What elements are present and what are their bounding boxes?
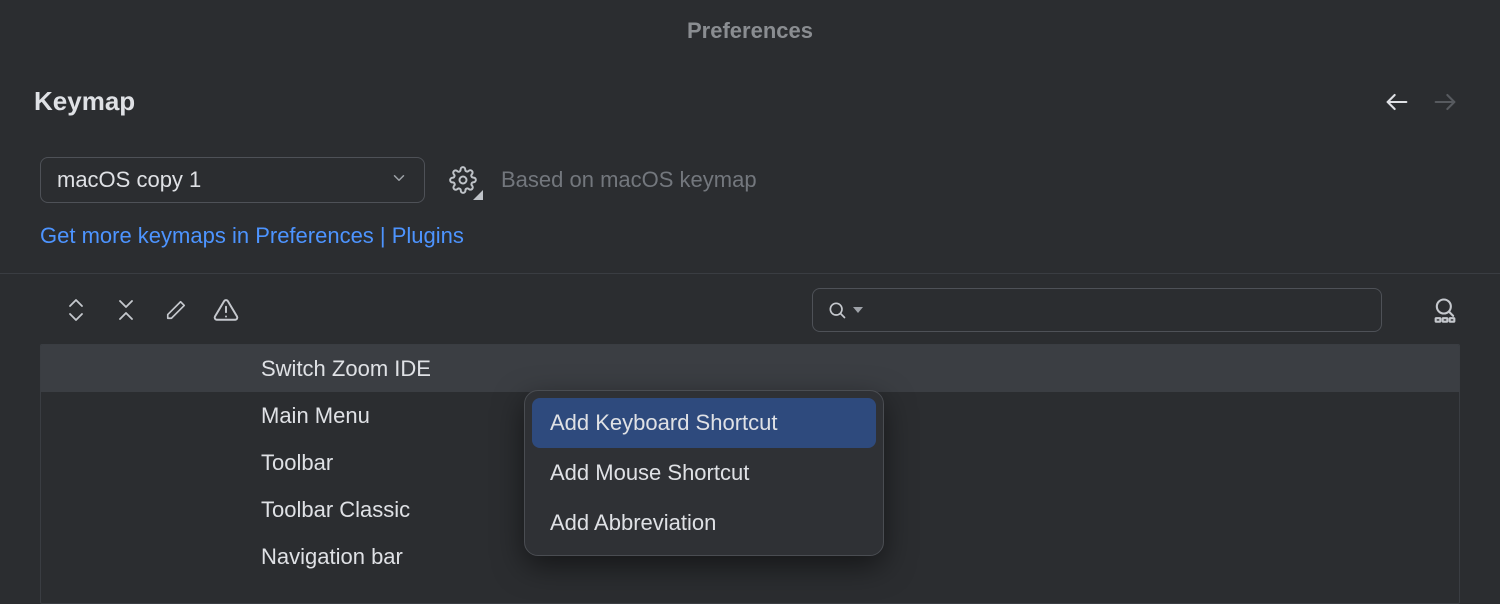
pencil-icon [165,299,187,321]
collapse-all-button[interactable] [112,296,140,324]
nav-arrows [1382,87,1460,117]
get-more-keymaps-link[interactable]: Get more keymaps in Preferences | Plugin… [40,223,464,248]
keymap-select[interactable]: macOS copy 1 [40,157,425,203]
back-button[interactable] [1382,87,1412,117]
chevron-down-icon [390,167,408,193]
find-by-shortcut-button[interactable] [1430,295,1460,325]
keymap-settings-button[interactable] [447,164,479,196]
tree-row-selected[interactable]: Switch Zoom IDE [41,345,1459,392]
edit-button[interactable] [162,296,190,324]
menu-add-keyboard-shortcut[interactable]: Add Keyboard Shortcut [532,398,876,448]
keymap-select-value: macOS copy 1 [57,167,201,193]
search-input[interactable] [869,299,1367,322]
find-shortcut-icon [1431,296,1459,324]
conflicts-button[interactable] [212,296,240,324]
arrow-left-icon [1383,88,1411,116]
arrow-right-icon [1431,88,1459,116]
collapse-icon [116,298,136,322]
section-title: Keymap [34,86,135,117]
search-input-container[interactable] [812,288,1382,332]
warning-triangle-icon [213,297,239,323]
search-dropdown-icon[interactable] [853,305,863,315]
expand-collapse-button[interactable] [62,296,90,324]
window-title: Preferences [0,0,1500,44]
keymap-based-on-label: Based on macOS keymap [501,167,757,193]
menu-add-mouse-shortcut[interactable]: Add Mouse Shortcut [532,448,876,498]
search-icon [827,300,847,320]
context-menu: Add Keyboard Shortcut Add Mouse Shortcut… [524,390,884,556]
menu-add-abbreviation[interactable]: Add Abbreviation [532,498,876,548]
expand-collapse-icon [66,298,86,322]
forward-button [1430,87,1460,117]
